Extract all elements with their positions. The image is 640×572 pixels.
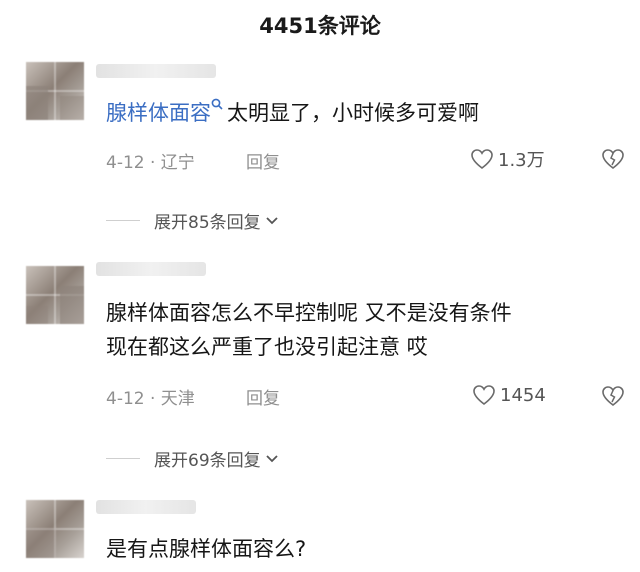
like-button[interactable]: 1454 [472,384,546,406]
comment-meta: 4-12 · 辽宁 回复 [106,148,280,173]
comment-meta: 4-12 · 天津 回复 [106,384,280,409]
comment-text-line: 是有点腺样体面容么? [106,537,307,561]
like-count: 1454 [500,384,546,406]
expand-replies-button[interactable]: 展开69条回复 [106,446,279,471]
chevron-down-icon [266,216,278,224]
chevron-down-icon [266,454,278,462]
dislike-button[interactable] [600,148,626,174]
username[interactable] [96,262,206,276]
comment-date-location: 4-12 · 辽宁 [106,153,195,173]
reply-button[interactable]: 回复 [246,148,280,173]
comment-text-line: 腺样体面容怎么不早控制呢 又不是没有条件 [106,301,512,325]
broken-heart-icon [602,386,624,407]
expand-replies-label: 展开69条回复 [154,451,261,471]
avatar[interactable] [26,500,84,558]
broken-heart-icon [602,149,624,170]
reply-button[interactable]: 回复 [246,384,280,409]
username[interactable] [96,64,216,78]
dislike-button[interactable] [600,385,626,411]
expand-replies-button[interactable]: 展开85条回复 [106,208,279,233]
comment-date-location: 4-12 · 天津 [106,389,195,409]
comment-text-line: 太明显了，小时候多可爱啊 [227,101,479,125]
comment-text: 腺样体面容怎么不早控制呢 又不是没有条件 现在都这么严重了也没引起注意 哎 [106,296,512,364]
comment-count-title: 4451条评论 [259,14,381,38]
like-button[interactable]: 1.3万 [470,146,545,172]
comment-text: 是有点腺样体面容么? [106,532,306,566]
avatar[interactable] [26,266,84,324]
divider-line [106,458,140,459]
like-count: 1.3万 [498,150,545,171]
divider-line [106,220,140,221]
username[interactable] [96,500,196,514]
avatar[interactable] [26,62,84,120]
heart-icon [471,149,493,170]
comment-text-line: 现在都这么严重了也没引起注意 哎 [106,335,428,359]
comment-text: 腺样体面容 太明显了，小时候多可爱啊 [106,96,479,130]
search-keyword-link[interactable]: 腺样体面容 [106,101,211,125]
search-icon[interactable] [211,98,223,110]
heart-icon [473,385,495,406]
expand-replies-label: 展开85条回复 [154,213,261,233]
